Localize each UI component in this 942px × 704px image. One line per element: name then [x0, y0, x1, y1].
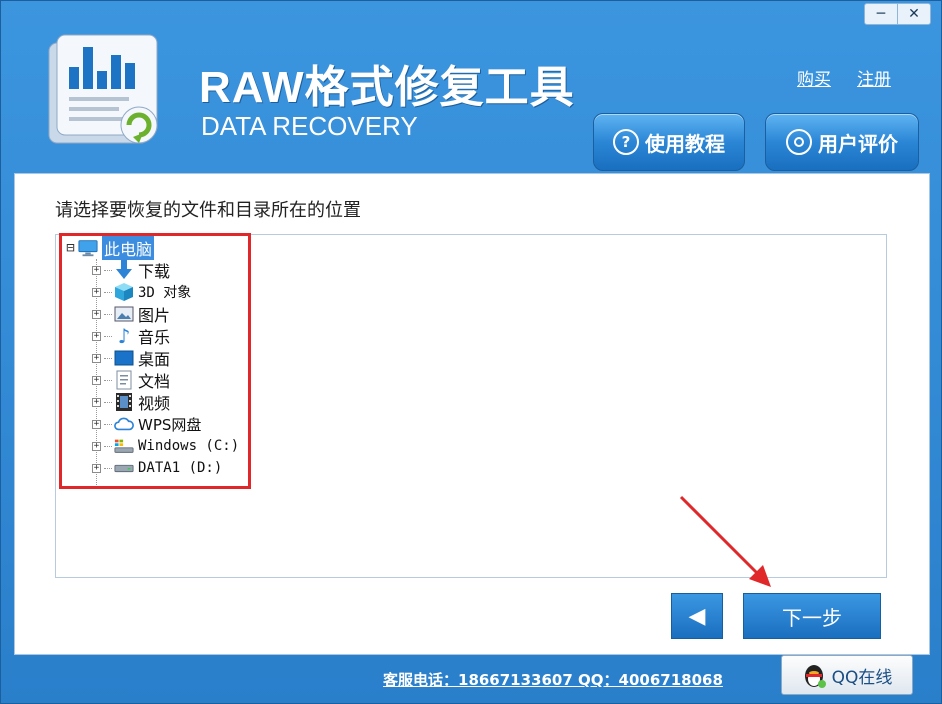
window-controls: ─ ✕ — [864, 3, 931, 25]
tree-item-label: 下载 — [138, 262, 171, 281]
folder-tree[interactable]: ⊟ 此电脑 + 下载 + 3D 对象 + 图片 + ♪ 音乐 + 桌面 + 文档… — [55, 233, 887, 578]
collapse-toggle[interactable]: ⊟ — [66, 241, 75, 255]
desktop-icon — [114, 349, 134, 367]
expand-toggle[interactable]: + — [92, 353, 101, 363]
tree-item-drive-d[interactable]: + DATA1 (D:) — [92, 457, 222, 479]
download-arrow-icon — [114, 260, 134, 279]
reviews-button-label: 用户评价 — [818, 131, 898, 156]
app-logo-icon — [47, 33, 165, 149]
music-note-icon: ♪ — [117, 324, 131, 348]
expand-toggle[interactable]: + — [92, 331, 101, 341]
film-icon — [114, 393, 134, 411]
tree-item-label: WPS网盘 — [138, 415, 202, 434]
close-button[interactable]: ✕ — [897, 4, 930, 24]
system-drive-icon — [114, 437, 134, 455]
register-link[interactable]: 注册 — [857, 65, 891, 90]
minimize-button[interactable]: ─ — [865, 4, 897, 24]
tree-connector — [104, 291, 112, 293]
buy-link[interactable]: 购买 — [797, 65, 831, 90]
tree-connector — [104, 313, 112, 315]
tree-connector — [104, 269, 112, 271]
tree-connector — [104, 445, 112, 447]
tree-item-downloads[interactable]: + 下载 — [92, 259, 170, 281]
help-icon: ? — [613, 129, 639, 155]
expand-toggle[interactable]: + — [92, 463, 101, 473]
tree-connector — [104, 379, 112, 381]
app-subtitle: DATA RECOVERY — [201, 111, 418, 141]
app-title: RAW格式修复工具 — [199, 63, 575, 112]
tree-item-label: 图片 — [138, 306, 171, 325]
tree-item-label: Windows (C:) — [138, 438, 240, 454]
tree-item-label: 桌面 — [138, 350, 171, 369]
tree-root-label: 此电脑 — [102, 236, 155, 260]
back-button[interactable]: ◀ — [671, 593, 723, 639]
expand-toggle[interactable]: + — [92, 287, 101, 297]
qq-penguin-icon — [804, 665, 826, 688]
tree-item-3d-objects[interactable]: + 3D 对象 — [92, 281, 191, 303]
instruction-text: 请选择要恢复的文件和目录所在的位置 — [55, 200, 361, 221]
tree-connector — [104, 335, 112, 337]
next-step-label: 下一步 — [782, 605, 842, 630]
qq-online-button[interactable]: QQ在线 — [781, 655, 913, 695]
tree-item-music[interactable]: + ♪ 音乐 — [92, 324, 171, 348]
expand-toggle[interactable]: + — [92, 309, 101, 319]
picture-icon — [114, 305, 134, 323]
tree-item-documents[interactable]: + 文档 — [92, 369, 170, 391]
tree-item-videos[interactable]: + 视频 — [92, 391, 170, 413]
qq-online-label: QQ在线 — [831, 667, 893, 688]
tree-item-drive-c[interactable]: + Windows (C:) — [92, 435, 239, 457]
tree-item-label: DATA1 (D:) — [138, 460, 223, 476]
tree-item-wps-cloud[interactable]: + WPS网盘 — [92, 413, 201, 435]
expand-toggle[interactable]: + — [92, 419, 101, 429]
tutorial-button[interactable]: ? 使用教程 — [593, 113, 745, 171]
back-arrow-icon: ◀ — [688, 603, 706, 629]
cloud-icon — [114, 415, 134, 433]
expand-toggle[interactable]: + — [92, 375, 101, 385]
tutorial-button-label: 使用教程 — [645, 131, 725, 156]
review-icon — [786, 129, 812, 155]
tree-item-pictures[interactable]: + 图片 — [92, 303, 170, 325]
tree-item-desktop[interactable]: + 桌面 — [92, 347, 170, 369]
expand-toggle[interactable]: + — [92, 441, 101, 451]
tree-item-label: 音乐 — [138, 328, 171, 347]
next-step-button[interactable]: 下一步 — [743, 593, 881, 639]
main-panel: 请选择要恢复的文件和目录所在的位置 ⊟ 此电脑 + 下载 + 3D 对象 + 图… — [14, 173, 930, 655]
tree-item-label: 视频 — [138, 394, 171, 413]
tree-item-label: 文档 — [138, 372, 171, 391]
expand-toggle[interactable]: + — [92, 265, 101, 275]
tree-connector — [104, 467, 112, 469]
tree-root-this-pc[interactable]: ⊟ 此电脑 — [66, 236, 155, 260]
tree-connector — [104, 423, 112, 425]
expand-toggle[interactable]: + — [92, 397, 101, 407]
app-window: ─ ✕ RAW格式修复工具 DATA RECOVERY 购买 注册 ? 使用教程 — [0, 0, 942, 704]
document-icon — [114, 370, 134, 390]
reviews-button[interactable]: 用户评价 — [765, 113, 919, 171]
monitor-icon — [78, 239, 98, 257]
tree-connector — [104, 401, 112, 403]
cube-icon — [114, 283, 134, 301]
drive-icon — [114, 459, 134, 477]
tree-connector — [104, 357, 112, 359]
contact-info[interactable]: 客服电话：18667133607 QQ：4006718068 — [383, 669, 723, 690]
tree-item-label: 3D 对象 — [138, 285, 192, 301]
